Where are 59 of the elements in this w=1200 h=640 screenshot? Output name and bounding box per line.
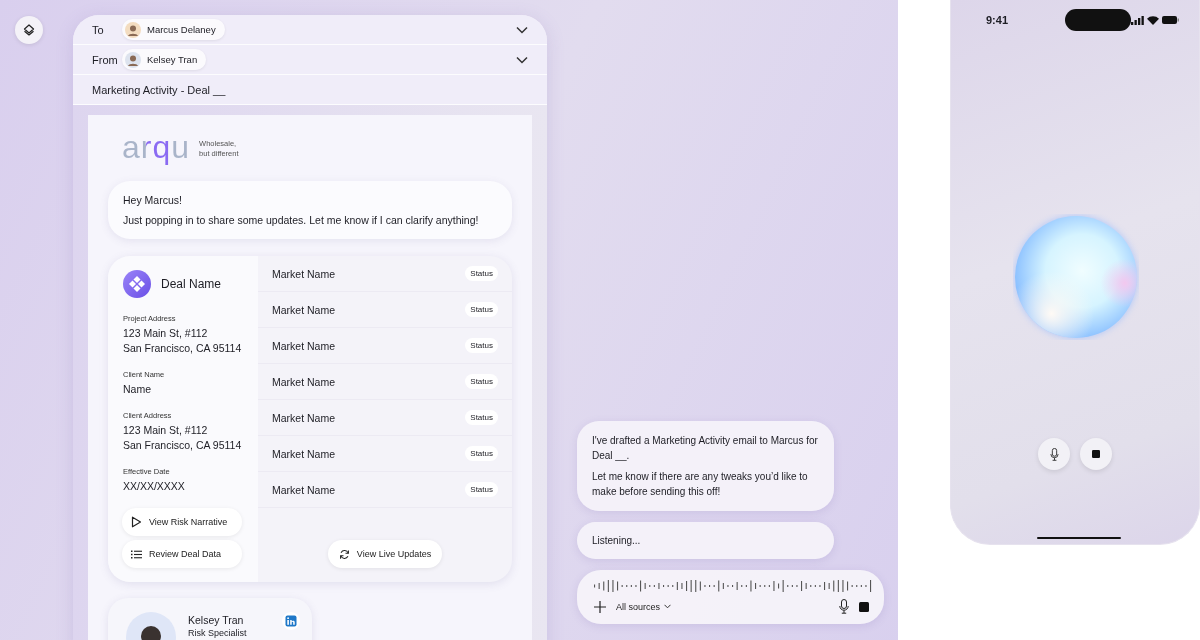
stop-icon[interactable] xyxy=(859,601,869,612)
status-tag: Status xyxy=(465,410,498,425)
microphone-icon xyxy=(1049,447,1059,461)
status-tag: Status xyxy=(465,374,498,389)
sender-chip[interactable]: Kelsey Tran xyxy=(122,49,207,70)
plus-icon[interactable] xyxy=(594,600,606,613)
chevron-down-icon[interactable] xyxy=(516,25,528,34)
stop-icon xyxy=(1092,450,1100,458)
market-name: Market Name xyxy=(272,267,335,280)
wifi-icon xyxy=(1147,15,1159,25)
deal-title: Deal Name xyxy=(161,277,222,291)
status-tag: Status xyxy=(465,338,498,353)
market-name: Market Name xyxy=(272,303,335,316)
source-dropdown[interactable]: All sources xyxy=(616,601,671,612)
field-value: Name xyxy=(123,382,152,397)
battery-icon xyxy=(1162,16,1179,24)
from-label: From xyxy=(92,53,119,66)
field-value: XX/XX/XXXX xyxy=(123,479,186,494)
status-tag: Status xyxy=(465,266,498,281)
status-tag: Status xyxy=(465,446,498,461)
recipient-chip[interactable]: Marcus Delaney xyxy=(122,19,225,40)
action-button[interactable]: Review Deal Data xyxy=(122,540,242,568)
play-icon xyxy=(131,516,142,528)
refresh-icon xyxy=(338,548,350,560)
contact-role: Risk Specialist xyxy=(188,628,248,638)
market-name: Market Name xyxy=(272,411,335,424)
layers-button[interactable] xyxy=(15,16,43,44)
market-name: Market Name xyxy=(272,339,335,352)
status-tag: Status xyxy=(465,482,498,497)
microphone-icon[interactable] xyxy=(839,599,849,614)
deal-icon xyxy=(123,270,151,298)
action-button[interactable]: View Risk Narrative xyxy=(122,508,242,536)
status-tag: Status xyxy=(465,302,498,317)
subject-line: Marketing Activity - Deal __ xyxy=(92,83,226,96)
chevron-down-icon xyxy=(664,604,671,609)
avatar-icon xyxy=(125,21,141,38)
microphone-button[interactable] xyxy=(1038,438,1070,470)
market-name: Market Name xyxy=(272,375,335,388)
to-label: To xyxy=(92,23,105,36)
stop-button[interactable] xyxy=(1080,438,1112,470)
status-time: 9:41 xyxy=(986,14,1010,26)
field-value: 123 Main St, #112 San Francisco, CA 95114 xyxy=(123,326,243,356)
signal-icon xyxy=(1131,15,1144,25)
market-name: Market Name xyxy=(272,447,335,460)
message-text: Let me know if there are any tweaks you’d like to make before sending this off! xyxy=(592,470,809,499)
message-text: Listening... xyxy=(592,534,642,548)
chevron-down-icon[interactable] xyxy=(516,55,528,64)
contact-name: Kelsey Tran xyxy=(188,614,245,626)
list-icon xyxy=(131,549,142,559)
market-name: Market Name xyxy=(272,483,335,496)
greeting-text: Hey Marcus! xyxy=(123,194,183,206)
greeting-text: Just popping in to share some updates. Let me know if I can clarify anything! xyxy=(123,214,480,226)
layers-icon xyxy=(23,24,35,36)
message-text: I've drafted a Marketing Activity email to Marcus for Deal __. xyxy=(592,434,819,463)
camera-island xyxy=(1064,9,1131,31)
field-value: 123 Main St, #112 San Francisco, CA 95114 xyxy=(123,423,243,453)
avatar-icon xyxy=(125,51,141,68)
social-icon[interactable] xyxy=(282,612,300,630)
live-updates-button[interactable]: View Live Updates xyxy=(328,540,442,568)
